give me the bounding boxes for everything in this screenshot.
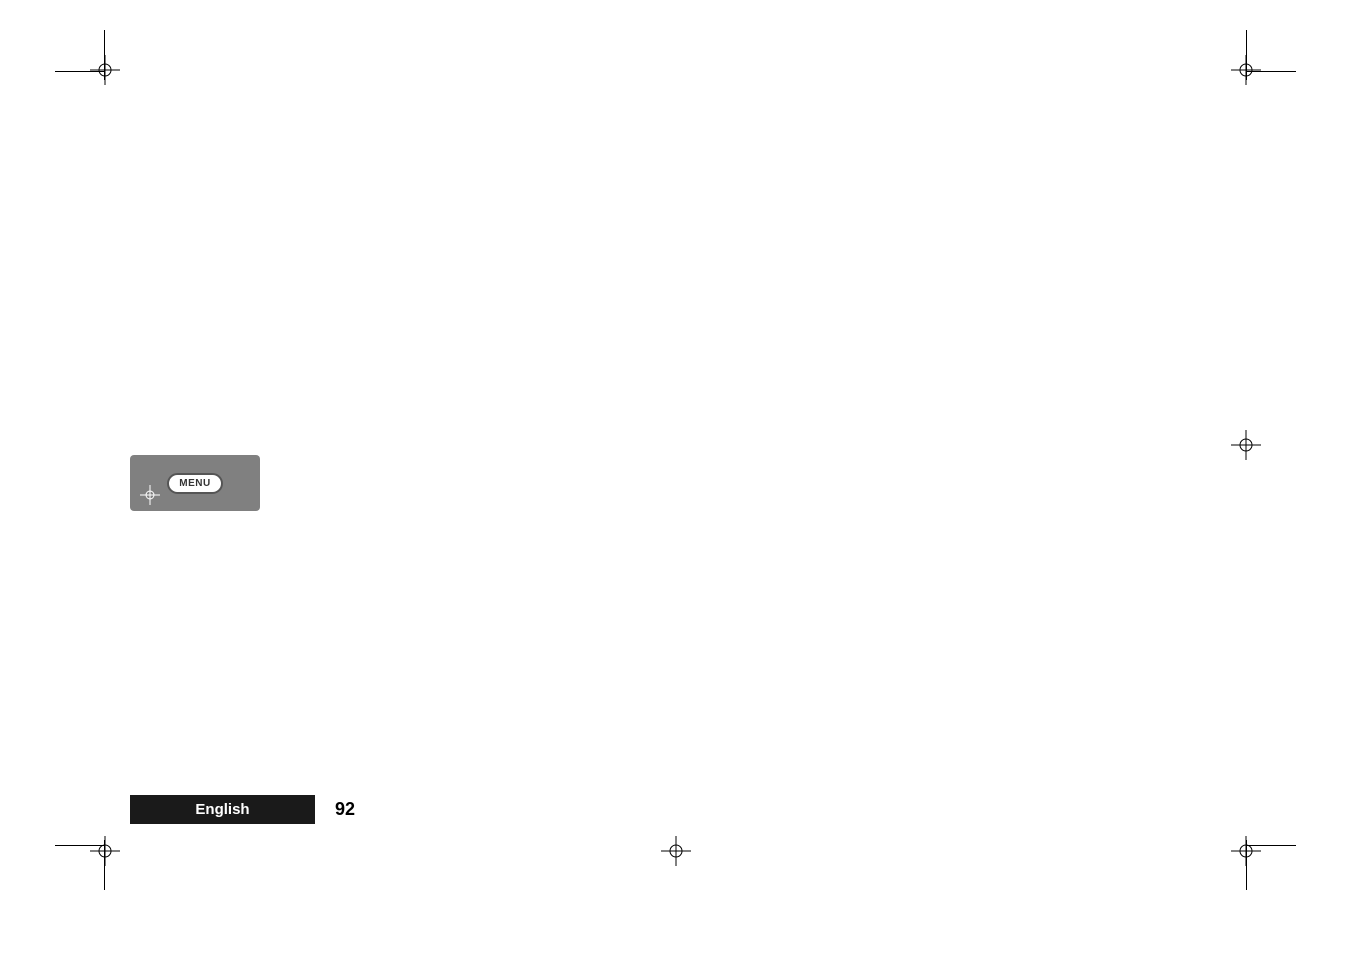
vline-bot-right (1246, 840, 1247, 890)
vline-bot-left (104, 840, 105, 890)
registration-mark-top-left (90, 55, 120, 85)
hline-bot-left (55, 845, 105, 846)
vline-top-right (1246, 30, 1247, 80)
registration-mark-bot-center (661, 836, 691, 866)
vline-top-left (104, 30, 105, 80)
footer: English 92 (0, 795, 1351, 824)
language-badge: English (130, 795, 315, 824)
page-number: 92 (335, 799, 355, 820)
device-crosshair-icon (140, 485, 160, 505)
hline-top-left (55, 71, 105, 72)
device-remote-image: MENU (130, 455, 260, 511)
registration-mark-bot-left (90, 836, 120, 866)
menu-button: MENU (167, 473, 222, 494)
registration-mark-mid-right (1231, 430, 1261, 460)
hline-top-right (1246, 71, 1296, 72)
hline-bot-right (1246, 845, 1296, 846)
